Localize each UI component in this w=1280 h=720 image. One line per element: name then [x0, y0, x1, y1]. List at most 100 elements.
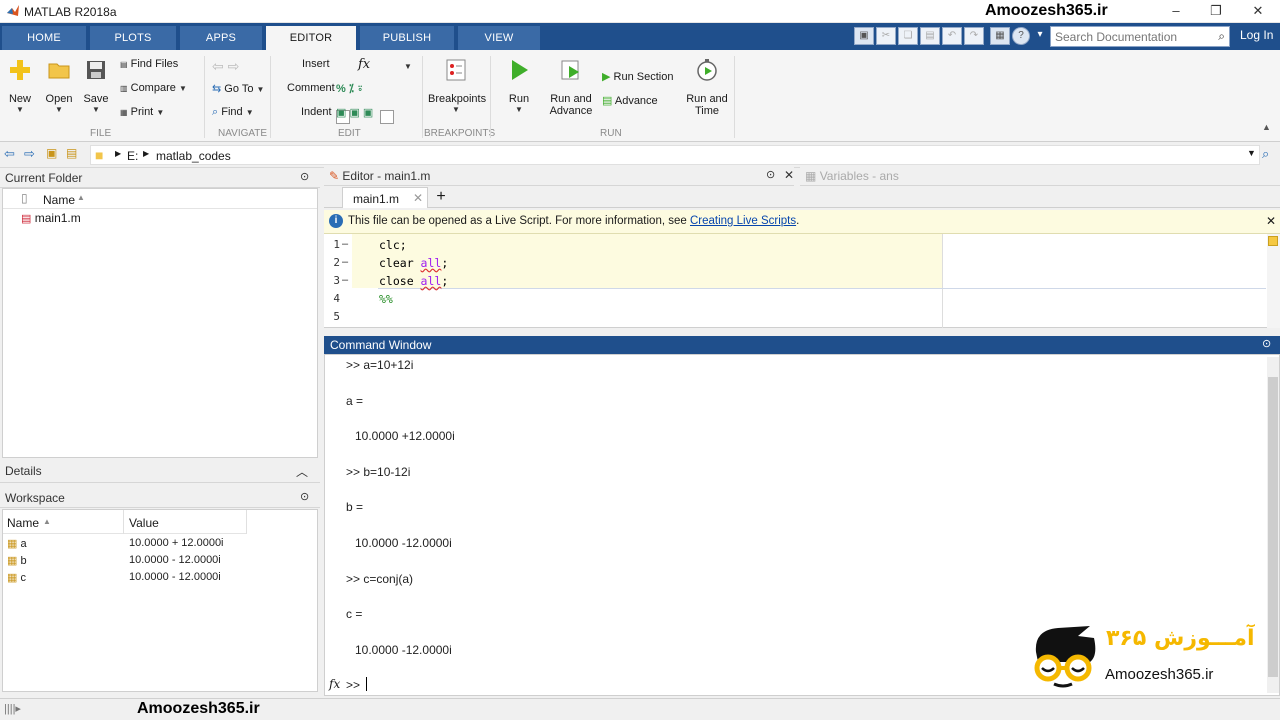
back-arrow-icon[interactable]: ⇦ ⇨ — [212, 58, 239, 75]
open-label: Open — [45, 93, 73, 105]
scrollbar[interactable] — [1267, 234, 1280, 328]
table-row[interactable]: ▦ c 10.0000 - 12.0000i — [7, 571, 221, 584]
chevron-down-icon: ▼ — [178, 84, 187, 93]
add-tab-icon[interactable]: + — [430, 187, 452, 208]
current-path-field[interactable]: ■ ▶ E: ▶ matlab_codes ▼ — [90, 145, 1260, 165]
file-tab[interactable]: main1.m ✕ — [342, 187, 428, 208]
close-window-icon[interactable]: ✕ — [1248, 3, 1268, 19]
code-area[interactable] — [324, 234, 1280, 328]
undo-quick-icon[interactable]: ↶ — [942, 27, 962, 45]
breakpoint-dash[interactable]: – — [342, 256, 348, 268]
file-item[interactable]: ▤ main1.m — [21, 211, 81, 225]
panel-menu-icon[interactable]: ⊙ — [1262, 337, 1271, 350]
switch-windows-icon[interactable]: ▦ — [990, 27, 1010, 45]
divider — [246, 510, 247, 534]
redo-quick-icon[interactable]: ↷ — [964, 27, 984, 45]
panel-menu-icon[interactable]: ⊙ — [300, 170, 309, 183]
comment-percent-icon[interactable]: % ⁒ ⍤ — [336, 82, 363, 96]
up-folder-icon[interactable]: ▣ — [46, 146, 57, 160]
table-row[interactable]: ▦ b 10.0000 - 12.0000i — [7, 554, 221, 567]
chevron-up-icon[interactable]: ︿ — [296, 463, 308, 480]
file-section-label: FILE — [90, 128, 112, 139]
tab-editor[interactable]: EDITOR — [266, 26, 356, 50]
insert-button[interactable]: Insert — [302, 58, 330, 70]
chevron-down-icon[interactable]: ▼ — [404, 60, 412, 72]
copy-quick-icon[interactable]: ❏ — [898, 27, 918, 45]
name-column-header[interactable]: Name — [43, 193, 75, 207]
save-button[interactable]: Save ▼ — [82, 58, 110, 114]
cell-divider — [378, 288, 1266, 289]
code-line-2[interactable]: clear all; — [379, 256, 448, 270]
new-button[interactable]: New ▼ — [6, 58, 34, 114]
search-documentation-input[interactable]: Search Documentation ⌕ — [1050, 26, 1230, 47]
find-button[interactable]: ⌕ Find ▼ — [212, 106, 254, 119]
ws-value-header[interactable]: Value — [129, 516, 159, 530]
run-section-button[interactable]: ▶ Run Section — [602, 70, 673, 83]
command-prompt[interactable]: >> — [346, 678, 360, 692]
search-folder-icon[interactable]: ⌕ — [1262, 146, 1269, 162]
fx-icon[interactable]: fx — [358, 57, 370, 72]
print-button[interactable]: ▦ Print ▼ — [120, 106, 164, 118]
insert-section-icon[interactable] — [380, 110, 394, 124]
open-button[interactable]: Open ▼ — [44, 58, 74, 114]
close-tab-icon[interactable]: ✕ — [413, 191, 423, 205]
find-files-button[interactable]: ▤ Find Files — [120, 58, 178, 70]
tab-plots[interactable]: PLOTS — [90, 26, 176, 50]
close-banner-icon[interactable]: ✕ — [1266, 214, 1276, 228]
divider — [490, 56, 491, 138]
login-link[interactable]: Log In — [1240, 28, 1273, 42]
comment-button[interactable]: Comment — [287, 82, 335, 94]
table-row[interactable]: ▦ a 10.0000 + 12.0000i — [7, 537, 224, 550]
warning-marker-icon[interactable] — [1268, 236, 1278, 246]
indent-icon[interactable]: ▣ ▣ ▣ — [336, 106, 373, 119]
indent-button[interactable]: Indent — [301, 106, 332, 118]
go-to-button[interactable]: ⇆ Go To ▼ — [212, 82, 264, 95]
panel-menu-icon[interactable]: ⊙ — [766, 168, 775, 181]
close-icon[interactable]: ✕ — [784, 168, 794, 182]
path-drive[interactable]: E: — [127, 149, 138, 163]
code-line-1[interactable]: clc; — [379, 238, 407, 252]
ws-name-header[interactable]: Name — [7, 516, 39, 530]
panel-menu-icon[interactable]: ⊙ — [300, 490, 309, 503]
breakpoints-button[interactable]: Breakpoints ▼ — [428, 58, 486, 114]
collapse-ribbon-icon[interactable]: ▲ — [1262, 122, 1271, 132]
browse-folder-icon[interactable]: ▤ — [66, 146, 77, 160]
code-cell-marker[interactable]: %% — [379, 292, 393, 306]
chevron-down-icon[interactable]: ▼ — [1247, 148, 1256, 158]
tab-view[interactable]: VIEW — [458, 26, 540, 50]
back-icon[interactable]: ⇦ — [4, 146, 15, 162]
creating-live-scripts-link[interactable]: Creating Live Scripts — [690, 215, 796, 227]
run-and-advance-button[interactable]: Run and Advance — [546, 58, 596, 117]
save-quick-icon[interactable]: ▣ — [854, 27, 874, 45]
help-icon[interactable]: ? — [1012, 27, 1030, 45]
breakpoint-dash[interactable]: – — [342, 238, 348, 250]
search-icon[interactable]: ⌕ — [1218, 29, 1225, 44]
paste-quick-icon[interactable]: ▤ — [920, 27, 940, 45]
path-folder[interactable]: matlab_codes — [156, 149, 231, 163]
variables-header[interactable]: ▦ Variables - ans — [800, 166, 1280, 186]
output-line: b = — [346, 500, 364, 514]
scrollbar-thumb[interactable] — [1268, 377, 1278, 677]
tab-apps[interactable]: APPS — [180, 26, 262, 50]
variable-icon: ▦ — [7, 572, 18, 584]
restore-icon[interactable]: ❐ — [1206, 3, 1226, 19]
tab-home[interactable]: HOME — [2, 26, 86, 50]
var-value: 10.0000 - 12.0000i — [129, 554, 221, 566]
scrollbar[interactable] — [1267, 357, 1279, 693]
breakpoint-dash[interactable]: – — [342, 274, 348, 286]
cut-quick-icon[interactable]: ✂ — [876, 27, 896, 45]
compare-button[interactable]: ▥ Compare ▼ — [120, 82, 187, 94]
minimize-icon[interactable]: – — [1166, 3, 1186, 19]
breakpoints-section-label: BREAKPOINTS — [424, 128, 496, 139]
details-header[interactable]: Details ︿ — [0, 461, 320, 483]
forward-icon[interactable]: ⇨ — [24, 146, 35, 162]
run-and-time-button[interactable]: Run and Time — [686, 58, 728, 117]
folder-icon — [48, 63, 70, 79]
code-line-3[interactable]: close all; — [379, 274, 448, 288]
run-button[interactable]: Run ▼ — [504, 58, 534, 114]
divider — [422, 56, 423, 138]
tab-publish[interactable]: PUBLISH — [360, 26, 454, 50]
chevron-down-icon[interactable]: ▾ — [1034, 27, 1046, 45]
fx-icon[interactable]: fx — [329, 677, 340, 691]
advance-button[interactable]: ▤ Advance — [602, 94, 658, 107]
